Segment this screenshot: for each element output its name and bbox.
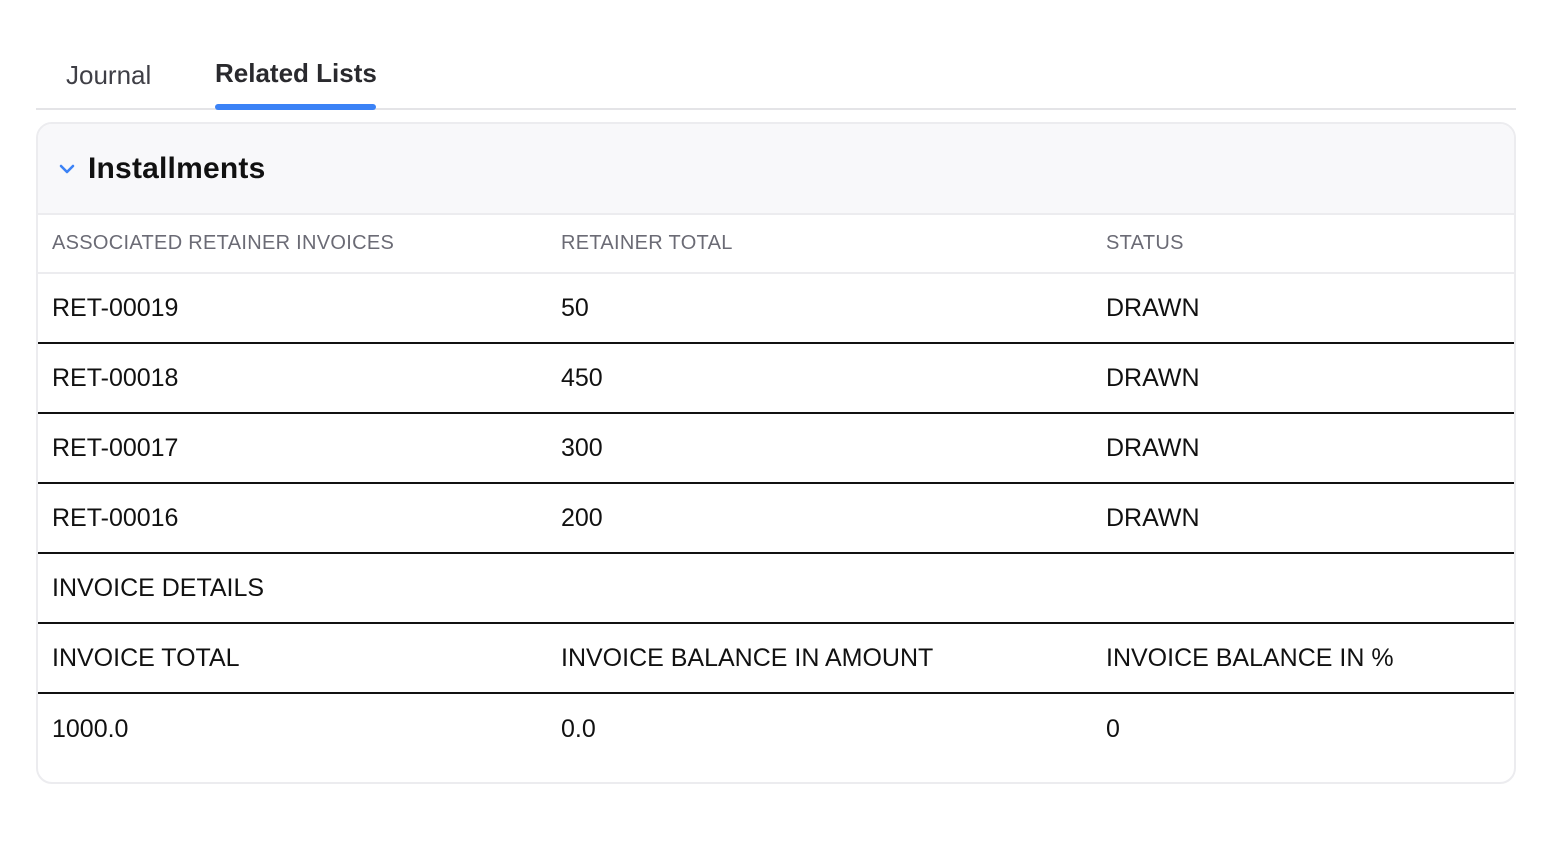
- retainer-invoice-number[interactable]: RET-00019: [52, 274, 178, 342]
- invoice-balance-amount-value: 0.0: [561, 714, 596, 743]
- column-header[interactable]: RETAINER TOTAL: [561, 215, 733, 272]
- status-value: DRAWN: [1106, 363, 1200, 392]
- invoice-balance-percent-value: 0: [1106, 714, 1120, 743]
- retainer-invoice-number[interactable]: RET-00016: [52, 484, 178, 552]
- invoice-balance-percent-label: INVOICE BALANCE IN %: [1106, 643, 1394, 672]
- retainer-total: 450: [561, 363, 603, 392]
- page: Journal Related Lists Installments ASSOC…: [0, 0, 1560, 862]
- installments-panel: Installments ASSOCIATED RETAINER INVOICE…: [36, 122, 1516, 784]
- invoice-details-label: INVOICE DETAILS: [52, 573, 265, 602]
- retainer-total: 50: [561, 293, 589, 322]
- active-tab-indicator: [215, 104, 376, 110]
- table-row: RET-00017 300 DRAWN: [38, 414, 1514, 484]
- tab-journal[interactable]: Journal: [66, 60, 151, 109]
- table-row: RET-00019 50 DRAWN: [38, 274, 1514, 344]
- chevron-down-icon[interactable]: [58, 160, 76, 178]
- invoice-values-row: 1000.0 0.0 0: [38, 694, 1514, 764]
- table-header-row: ASSOCIATED RETAINER INVOICES RETAINER TO…: [38, 215, 1514, 274]
- invoice-balance-amount-label: INVOICE BALANCE IN AMOUNT: [561, 643, 934, 672]
- invoice-total-label: INVOICE TOTAL: [52, 643, 240, 672]
- status-value: DRAWN: [1106, 433, 1200, 462]
- column-header[interactable]: STATUS: [1106, 215, 1184, 272]
- tab-bar: Journal Related Lists: [36, 40, 1516, 110]
- retainer-invoice-number[interactable]: RET-00017: [52, 414, 178, 482]
- status-value: DRAWN: [1106, 293, 1200, 322]
- table-row: RET-00016 200 DRAWN: [38, 484, 1514, 554]
- table-row: RET-00018 450 DRAWN: [38, 344, 1514, 414]
- section-title: Installments: [88, 151, 266, 185]
- invoice-details-row: INVOICE DETAILS: [38, 554, 1514, 624]
- retainer-invoice-number[interactable]: RET-00018: [52, 344, 178, 412]
- retainer-total: 300: [561, 433, 603, 462]
- invoice-header-row: INVOICE TOTAL INVOICE BALANCE IN AMOUNT …: [38, 624, 1514, 694]
- invoice-total-value: 1000.0: [52, 714, 129, 743]
- column-header[interactable]: ASSOCIATED RETAINER INVOICES: [52, 215, 394, 272]
- retainer-total: 200: [561, 503, 603, 532]
- installments-header[interactable]: Installments: [38, 124, 1514, 215]
- status-value: DRAWN: [1106, 503, 1200, 532]
- tab-related-lists[interactable]: Related Lists: [215, 58, 377, 107]
